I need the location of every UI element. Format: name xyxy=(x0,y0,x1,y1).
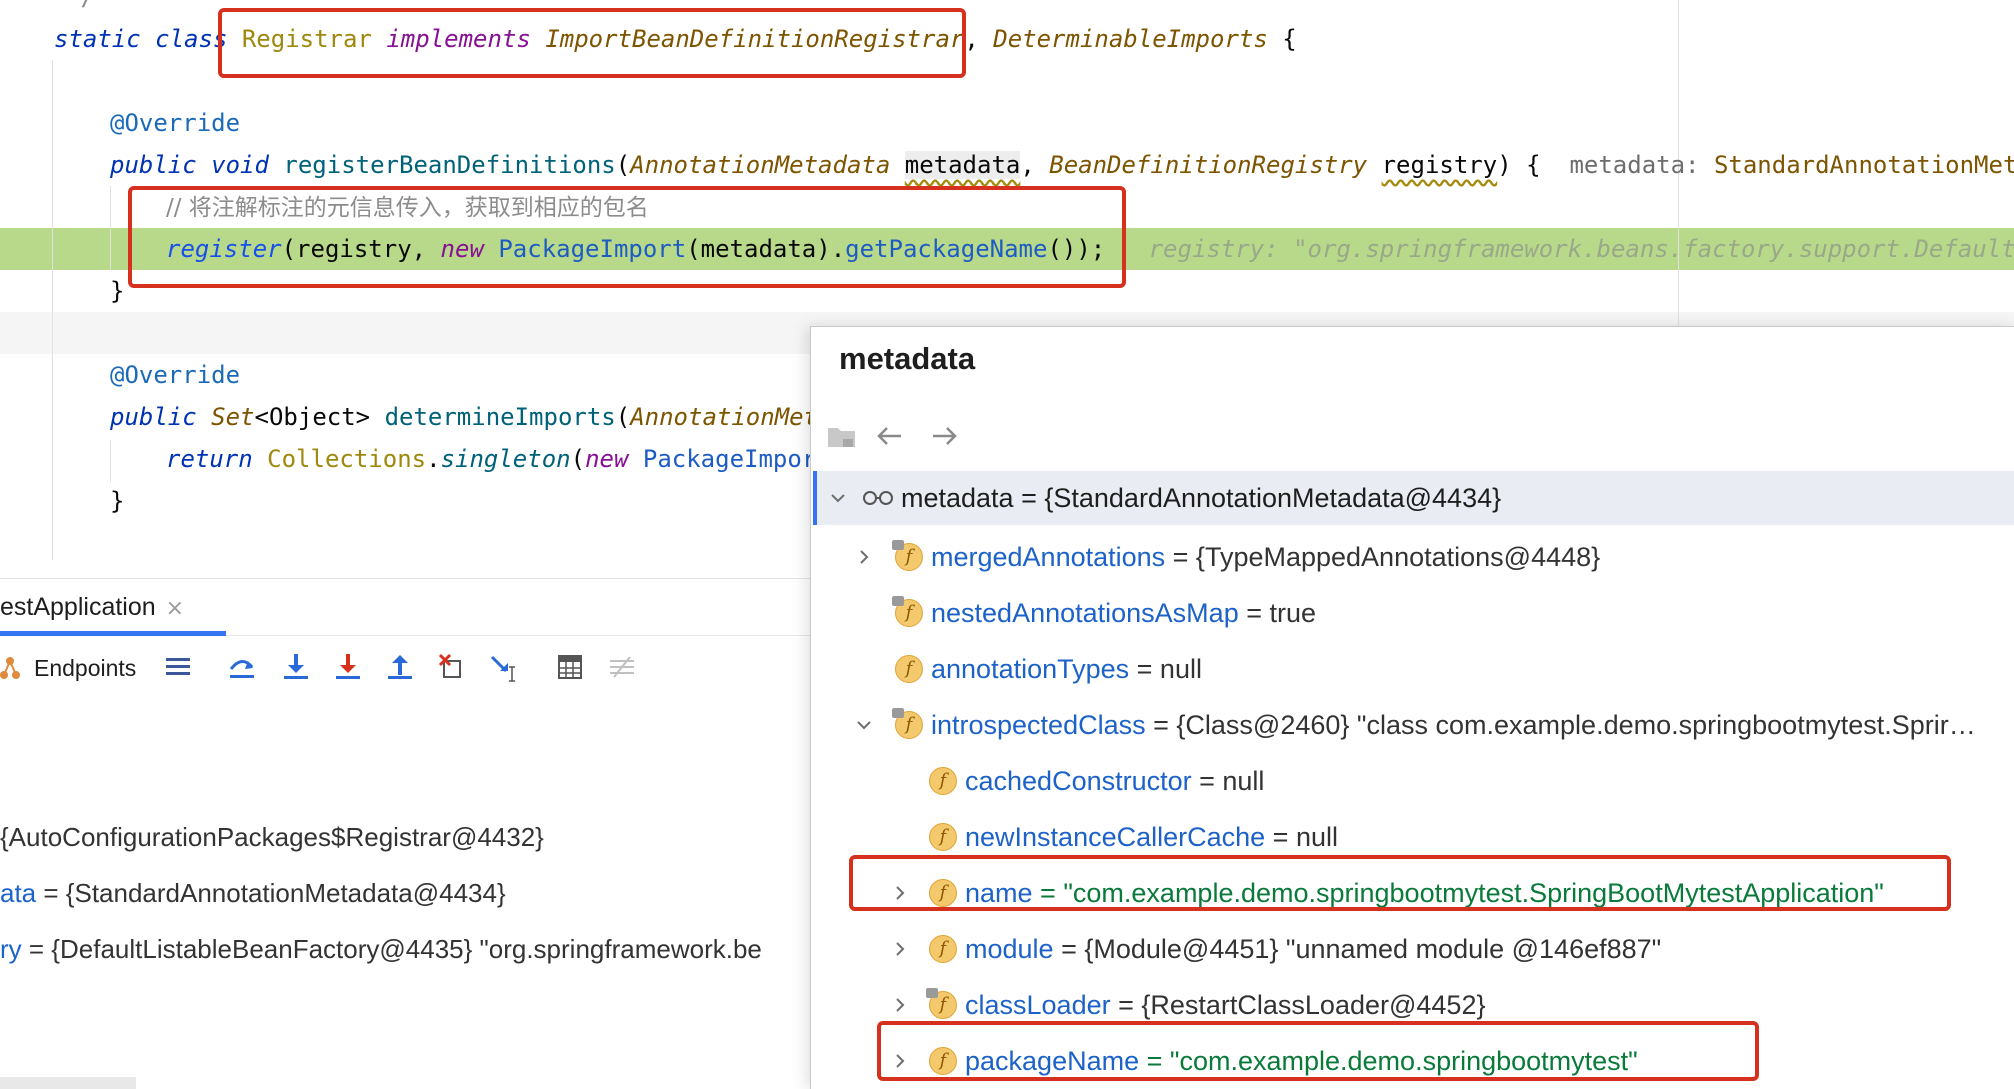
tab-run-config[interactable]: estApplication × xyxy=(0,579,204,635)
field-icon: f xyxy=(892,596,923,627)
tree-row-mergedAnnotations[interactable]: f mergedAnnotations = {TypeMappedAnnotat… xyxy=(811,529,2014,585)
code-line-register-method: public void registerBeanDefinitions(Anno… xyxy=(110,151,2014,179)
highlight-box-packageName-row xyxy=(877,1021,1759,1081)
tree-row-module[interactable]: f module = {Module@4451} "unnamed module… xyxy=(811,921,2014,977)
indent-guide xyxy=(110,186,111,270)
chevron-down-icon[interactable] xyxy=(853,714,875,736)
indent-guide xyxy=(110,440,111,482)
chevron-right-icon[interactable] xyxy=(889,938,911,960)
variable-row[interactable]: ata = {StandardAnnotationMetadata@4434} xyxy=(0,871,506,915)
forward-arrow-icon[interactable] xyxy=(927,419,961,453)
step-over-icon[interactable] xyxy=(226,651,258,683)
folder-navigate-icon[interactable] xyxy=(825,419,859,453)
trace-icon[interactable] xyxy=(606,651,638,683)
code-line-determine-imports: public Set<Object> determineImports(Anno… xyxy=(110,403,833,431)
root-label: metadata = {StandardAnnotationMetadata@4… xyxy=(901,483,1502,513)
inspect-popup[interactable]: metadata metadata = {StandardAnnotationM… xyxy=(810,326,2014,1089)
inline-debug-hint: metadata: xyxy=(1569,151,1714,179)
field-icon: f xyxy=(892,708,923,739)
step-out-icon[interactable] xyxy=(384,651,416,683)
debug-toolbar: Endpoints xyxy=(0,637,812,699)
variable-row[interactable]: ry = {DefaultListableBeanFactory@4435} "… xyxy=(0,927,762,971)
code-line-override-2: @Override xyxy=(110,361,241,389)
endpoints-icon[interactable] xyxy=(0,651,26,683)
chevron-down-icon[interactable] xyxy=(827,487,849,509)
debug-panel: estApplication × Endpoints {AutoConfigur… xyxy=(0,578,812,1089)
highlight-box-class-decl xyxy=(218,8,966,78)
code-line-return: return Collections.singleton(new Package… xyxy=(166,445,831,473)
debug-tab-bar: estApplication × xyxy=(0,579,812,636)
tree-row-introspectedClass[interactable]: f introspectedClass = {Class@2460} "clas… xyxy=(811,697,2014,753)
field-icon: f xyxy=(929,767,957,795)
field-icon: f xyxy=(929,935,957,963)
drop-frame-icon[interactable] xyxy=(436,651,468,683)
bottom-scrollbar[interactable] xyxy=(0,1077,136,1089)
indent-guide xyxy=(52,60,53,560)
popup-title: metadata xyxy=(839,341,976,376)
threads-icon[interactable] xyxy=(162,651,194,683)
code-line-close-1: } xyxy=(110,277,125,305)
step-into-icon[interactable] xyxy=(280,651,312,683)
tab-label: estApplication xyxy=(0,593,156,621)
endpoints-label[interactable]: Endpoints xyxy=(34,637,136,699)
field-icon: f xyxy=(892,540,923,571)
tree-row-nestedAnnotationsAsMap[interactable]: f nestedAnnotationsAsMap = true xyxy=(811,585,2014,641)
back-arrow-icon[interactable] xyxy=(873,419,907,453)
code-line-close-2: } xyxy=(110,487,125,515)
chevron-right-icon[interactable] xyxy=(853,546,875,568)
force-step-into-icon[interactable] xyxy=(332,651,364,683)
tree-root-row[interactable]: metadata = {StandardAnnotationMetadata@4… xyxy=(813,471,2014,525)
run-to-cursor-icon[interactable] xyxy=(488,651,520,683)
field-icon: f xyxy=(895,655,923,683)
code-line-top-fragment: */ xyxy=(66,0,95,18)
close-icon[interactable]: × xyxy=(166,596,184,621)
evaluate-icon[interactable] xyxy=(554,651,586,683)
active-tab-indicator xyxy=(0,631,226,636)
chevron-right-icon[interactable] xyxy=(889,994,911,1016)
code-line-override-1: @Override xyxy=(110,109,241,137)
highlight-box-register-lines xyxy=(128,186,1126,288)
inline-debug-hint-registry: registry: "org.springframework.beans.fac… xyxy=(1148,235,2014,263)
field-icon: f xyxy=(929,823,957,851)
field-icon: f xyxy=(926,988,957,1019)
variable-row[interactable]: {AutoConfigurationPackages$Registrar@443… xyxy=(0,815,544,859)
watch-glasses-icon xyxy=(863,491,893,505)
tree-row-cachedConstructor[interactable]: f cachedConstructor = null xyxy=(811,753,2014,809)
highlight-box-name-row xyxy=(849,855,1951,911)
tree-row-annotationTypes[interactable]: f annotationTypes = null xyxy=(811,641,2014,697)
